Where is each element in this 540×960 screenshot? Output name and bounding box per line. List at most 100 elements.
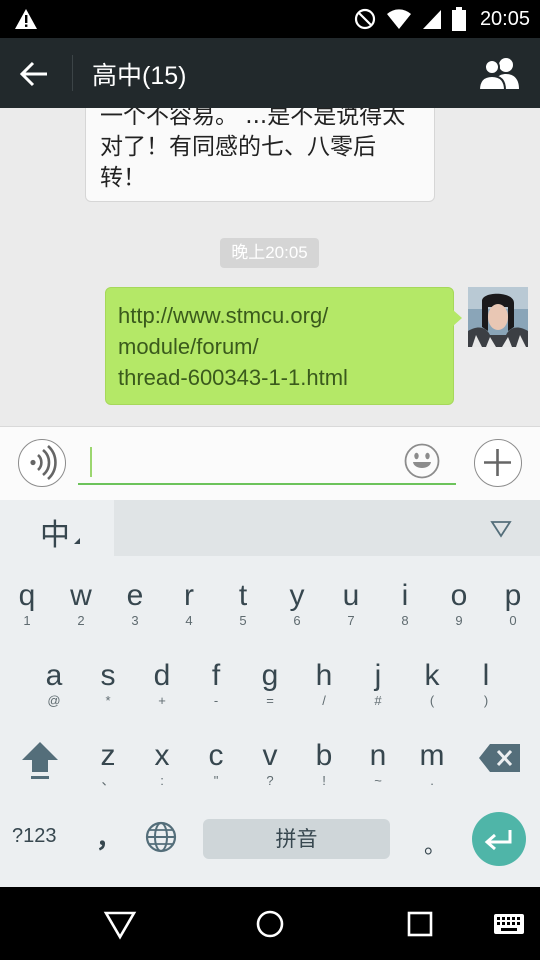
backspace-key[interactable]	[478, 740, 522, 776]
key-sub-label: 7	[347, 613, 355, 628]
key-h[interactable]: h /	[297, 652, 351, 724]
plus-icon	[484, 449, 511, 476]
key-sub-label: (	[429, 693, 435, 708]
key-x[interactable]: x:	[135, 732, 189, 804]
message-input[interactable]	[78, 437, 456, 485]
collapse-keyboard-icon[interactable]	[486, 516, 516, 540]
key-o[interactable]: o9	[432, 572, 486, 644]
group-members-icon[interactable]	[478, 56, 520, 90]
key-j[interactable]: j #	[351, 652, 405, 724]
message-line: 一个不容易。 ...是不是说得太	[100, 108, 406, 129]
navigation-bar	[0, 887, 540, 960]
key-sub-label: 2	[77, 613, 85, 628]
key-sub-label: 6	[293, 613, 301, 628]
title-divider	[72, 55, 73, 91]
key-sub-label: 9	[455, 613, 463, 628]
enter-key[interactable]	[472, 812, 526, 866]
key-main-label: v	[262, 739, 278, 772]
key-main-label: j	[374, 659, 382, 692]
key-g[interactable]: g =	[243, 652, 297, 724]
space-key[interactable]: 拼音	[203, 819, 390, 859]
key-main-label: q	[18, 579, 36, 612]
key-q[interactable]: q1	[0, 572, 54, 644]
chat-title: 高中(15)	[92, 62, 187, 90]
key-m[interactable]: m.	[405, 732, 459, 804]
key-sub-label: 4	[185, 613, 193, 628]
globe-icon[interactable]	[145, 821, 177, 853]
voice-icon	[30, 445, 57, 480]
key-sub-label: ~	[374, 773, 382, 788]
key-main-label: o	[450, 579, 468, 612]
back-arrow-icon[interactable]	[18, 58, 50, 90]
key-a[interactable]: a @	[27, 652, 81, 724]
key-sub-label: 3	[131, 613, 139, 628]
key-sub-label: +	[158, 693, 166, 708]
key-d[interactable]: d +	[135, 652, 189, 724]
key-sub-label: 5	[239, 613, 247, 628]
key-sub-label: "	[213, 773, 219, 788]
message-line: thread-600343-1-1.html	[118, 365, 348, 390]
battery-icon	[451, 7, 466, 31]
key-main-label: f	[211, 659, 221, 692]
key-sub-label: =	[266, 693, 274, 708]
language-corner-icon	[74, 538, 80, 544]
incoming-message[interactable]: 一个不容易。 ...是不是说得太 对了！有同感的七、八零后 转！	[85, 108, 435, 202]
key-main-label: n	[369, 739, 387, 772]
key-p[interactable]: p0	[486, 572, 540, 644]
key-main-label: b	[315, 739, 333, 772]
key-f[interactable]: f-	[189, 652, 243, 724]
period-key[interactable]: 。	[424, 828, 446, 859]
symbols-key[interactable]: ?123	[12, 825, 72, 855]
back-nav-icon[interactable]	[103, 907, 137, 941]
key-k[interactable]: k(	[405, 652, 459, 724]
key-main-label: h	[315, 659, 333, 692]
key-v[interactable]: v?	[243, 732, 297, 804]
key-r[interactable]: r4	[162, 572, 216, 644]
key-c[interactable]: c "	[189, 732, 243, 804]
chat-area[interactable]: 一个不容易。 ...是不是说得太 对了！有同感的七、八零后 转！ 晚上20:05…	[0, 108, 540, 426]
home-nav-icon[interactable]	[253, 907, 287, 941]
emoji-icon[interactable]	[404, 443, 440, 479]
key-u[interactable]: u7	[324, 572, 378, 644]
key-main-label: p	[504, 579, 522, 612]
message-timestamp: 晚上20:05	[220, 238, 319, 268]
key-sub-label: :	[160, 773, 164, 788]
key-main-label: w	[70, 579, 92, 612]
key-main-label: l	[482, 659, 490, 692]
key-main-label: c	[208, 739, 224, 772]
keyboard-candidate-bar: 中	[0, 500, 540, 556]
more-options-button[interactable]	[474, 439, 522, 487]
comma-key[interactable]: ，	[96, 818, 122, 858]
key-b[interactable]: b!	[297, 732, 351, 804]
user-avatar[interactable]	[468, 287, 528, 347]
key-main-label: y	[289, 579, 305, 612]
recents-nav-icon[interactable]	[403, 907, 437, 941]
key-main-label: k	[424, 659, 440, 692]
message-line: 转！	[100, 165, 146, 191]
key-main-label: z	[100, 739, 116, 772]
key-main-label: u	[342, 579, 360, 612]
key-sub-label: *	[105, 693, 111, 708]
key-l[interactable]: l)	[459, 652, 513, 724]
key-i[interactable]: i8	[378, 572, 432, 644]
shift-key[interactable]	[18, 738, 62, 784]
voice-input-button[interactable]	[18, 439, 66, 487]
message-line: module/forum/	[118, 334, 259, 359]
key-y[interactable]: y6	[270, 572, 324, 644]
key-e[interactable]: e3	[108, 572, 162, 644]
key-n[interactable]: n ~	[351, 732, 405, 804]
keyboard-switch-icon[interactable]	[493, 907, 525, 941]
key-main-label: s	[100, 659, 116, 692]
key-main-label: a	[45, 659, 63, 692]
outgoing-message-link[interactable]: http://www.stmcu.org/ module/forum/ thre…	[105, 287, 462, 405]
key-t[interactable]: t5	[216, 572, 270, 644]
title-bar: 高中(15)	[0, 38, 540, 108]
key-s[interactable]: s *	[81, 652, 135, 724]
key-main-label: g	[261, 659, 279, 692]
key-w[interactable]: w2	[54, 572, 108, 644]
key-sub-label: /	[322, 693, 326, 708]
language-switch-key[interactable]: 中	[0, 500, 114, 556]
key-sub-label: ?	[266, 773, 274, 788]
key-z[interactable]: z、	[81, 732, 135, 804]
status-bar: 20:05	[0, 0, 540, 38]
